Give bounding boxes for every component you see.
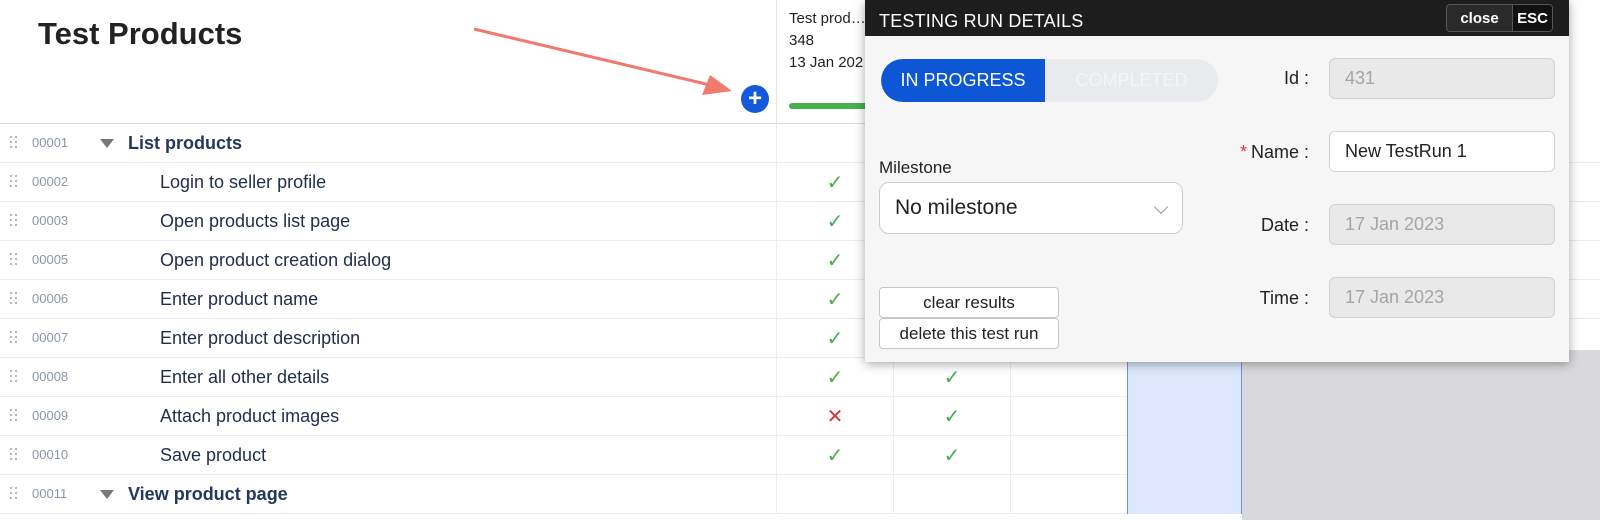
row-title: Login to seller profile xyxy=(160,172,327,192)
drag-handle-icon[interactable] xyxy=(10,175,18,189)
drag-handle-icon[interactable] xyxy=(10,292,18,306)
esc-key-hint: ESC xyxy=(1512,5,1552,31)
chevron-down-icon xyxy=(1153,199,1169,215)
drag-handle-icon[interactable] xyxy=(10,214,18,228)
run-progress-bar xyxy=(789,103,865,109)
check-icon: ✓ xyxy=(826,328,844,350)
drag-handle-icon[interactable] xyxy=(10,253,18,267)
testing-run-details-dialog: TESTING RUN DETAILS close ESC IN PROGRES… xyxy=(865,0,1569,362)
page-title: Test Products xyxy=(38,16,243,51)
row-title: Open product creation dialog xyxy=(160,250,392,270)
status-toggle: IN PROGRESS COMPLETED xyxy=(881,59,1218,102)
name-field[interactable]: New TestRun 1 xyxy=(1329,131,1555,172)
id-field: 431 xyxy=(1329,58,1555,99)
date-field: 17 Jan 2023 xyxy=(1329,204,1555,245)
row-id: 00001 xyxy=(32,135,69,150)
row-title: Enter product name xyxy=(160,289,319,309)
check-icon: ✓ xyxy=(826,289,844,311)
result-cell[interactable] xyxy=(1127,397,1242,436)
row-id: 00011 xyxy=(32,486,68,501)
check-icon: ✓ xyxy=(943,445,961,467)
check-icon: ✓ xyxy=(826,172,844,194)
run-name: Test prod… xyxy=(789,10,865,27)
result-cell[interactable]: ✓ xyxy=(776,358,893,397)
drag-handle-icon[interactable] xyxy=(10,409,18,423)
result-cell[interactable] xyxy=(893,475,1010,514)
close-label: close xyxy=(1460,9,1499,27)
milestone-value: No milestone xyxy=(895,196,1018,219)
page-header: Test Products + xyxy=(0,0,776,124)
result-cell[interactable]: ✓ xyxy=(893,358,1010,397)
caret-down-icon[interactable] xyxy=(100,139,114,148)
caret-down-icon[interactable] xyxy=(100,490,114,499)
add-test-run-button[interactable]: + xyxy=(741,85,769,113)
row-id: 00006 xyxy=(32,291,69,306)
drag-handle-icon[interactable] xyxy=(10,136,18,150)
test-run-column-header[interactable]: Test prod… 348 13 Jan 202 xyxy=(776,0,865,124)
drag-handle-icon[interactable] xyxy=(10,331,18,345)
row-id: 00008 xyxy=(32,369,69,384)
row-title: List products xyxy=(128,133,243,153)
result-cell[interactable] xyxy=(1010,475,1127,514)
result-cell[interactable] xyxy=(1010,397,1127,436)
dialog-title: TESTING RUN DETAILS xyxy=(879,11,1084,31)
check-icon: ✓ xyxy=(826,445,844,467)
row-id: 00002 xyxy=(32,174,69,189)
result-cell[interactable]: ✓ xyxy=(893,436,1010,475)
check-icon: ✓ xyxy=(826,250,844,272)
row-id: 00007 xyxy=(32,330,69,345)
result-cell[interactable] xyxy=(1127,436,1242,475)
result-cell[interactable] xyxy=(1127,358,1242,397)
date-label: Date : xyxy=(1260,215,1309,235)
row-title: Enter product description xyxy=(160,328,361,348)
dialog-titlebar: TESTING RUN DETAILS close ESC xyxy=(865,0,1569,36)
drag-handle-icon[interactable] xyxy=(10,448,18,462)
empty-area xyxy=(1242,350,1600,520)
result-cell[interactable] xyxy=(1127,475,1242,514)
name-label: * Name : xyxy=(1239,142,1309,162)
row-title: Attach product images xyxy=(160,406,340,426)
row-title: Save product xyxy=(160,445,267,465)
row-id: 00009 xyxy=(32,408,69,423)
delete-test-run-button[interactable]: delete this test run xyxy=(879,318,1059,349)
result-cell[interactable] xyxy=(776,475,893,514)
drag-handle-icon[interactable] xyxy=(10,487,18,501)
milestone-select[interactable]: No milestone xyxy=(879,182,1183,234)
check-icon: ✓ xyxy=(943,367,961,389)
row-title: Open products list page xyxy=(160,211,351,231)
status-in-progress-option[interactable]: IN PROGRESS xyxy=(881,59,1045,102)
result-cell[interactable]: ✓ xyxy=(893,397,1010,436)
time-label: Time : xyxy=(1259,288,1309,308)
row-id: 00003 xyxy=(32,213,69,228)
row-title: View product page xyxy=(128,484,288,504)
annotation-arrow xyxy=(473,27,732,95)
result-cell[interactable]: ✓ xyxy=(776,436,893,475)
plus-icon: + xyxy=(747,85,762,112)
check-icon: ✓ xyxy=(826,367,844,389)
result-cell[interactable] xyxy=(1010,358,1127,397)
clear-results-button[interactable]: clear results xyxy=(879,287,1059,318)
check-icon: ✓ xyxy=(943,406,961,428)
row-id: 00010 xyxy=(32,447,69,462)
id-label: Id : xyxy=(1283,68,1309,88)
drag-handle-icon[interactable] xyxy=(10,370,18,384)
run-date: 13 Jan 202 xyxy=(789,54,864,71)
cross-icon: ✕ xyxy=(826,406,844,428)
run-count: 348 xyxy=(789,32,815,49)
close-button[interactable]: close ESC xyxy=(1446,4,1553,32)
time-field: 17 Jan 2023 xyxy=(1329,277,1555,318)
required-star-icon: * xyxy=(1239,142,1247,162)
row-id: 00005 xyxy=(32,252,69,267)
row-title: Enter all other details xyxy=(160,367,330,387)
check-icon: ✓ xyxy=(826,211,844,233)
result-cell[interactable]: ✕ xyxy=(776,397,893,436)
milestone-label: Milestone xyxy=(879,158,952,177)
result-cell[interactable] xyxy=(1010,436,1127,475)
